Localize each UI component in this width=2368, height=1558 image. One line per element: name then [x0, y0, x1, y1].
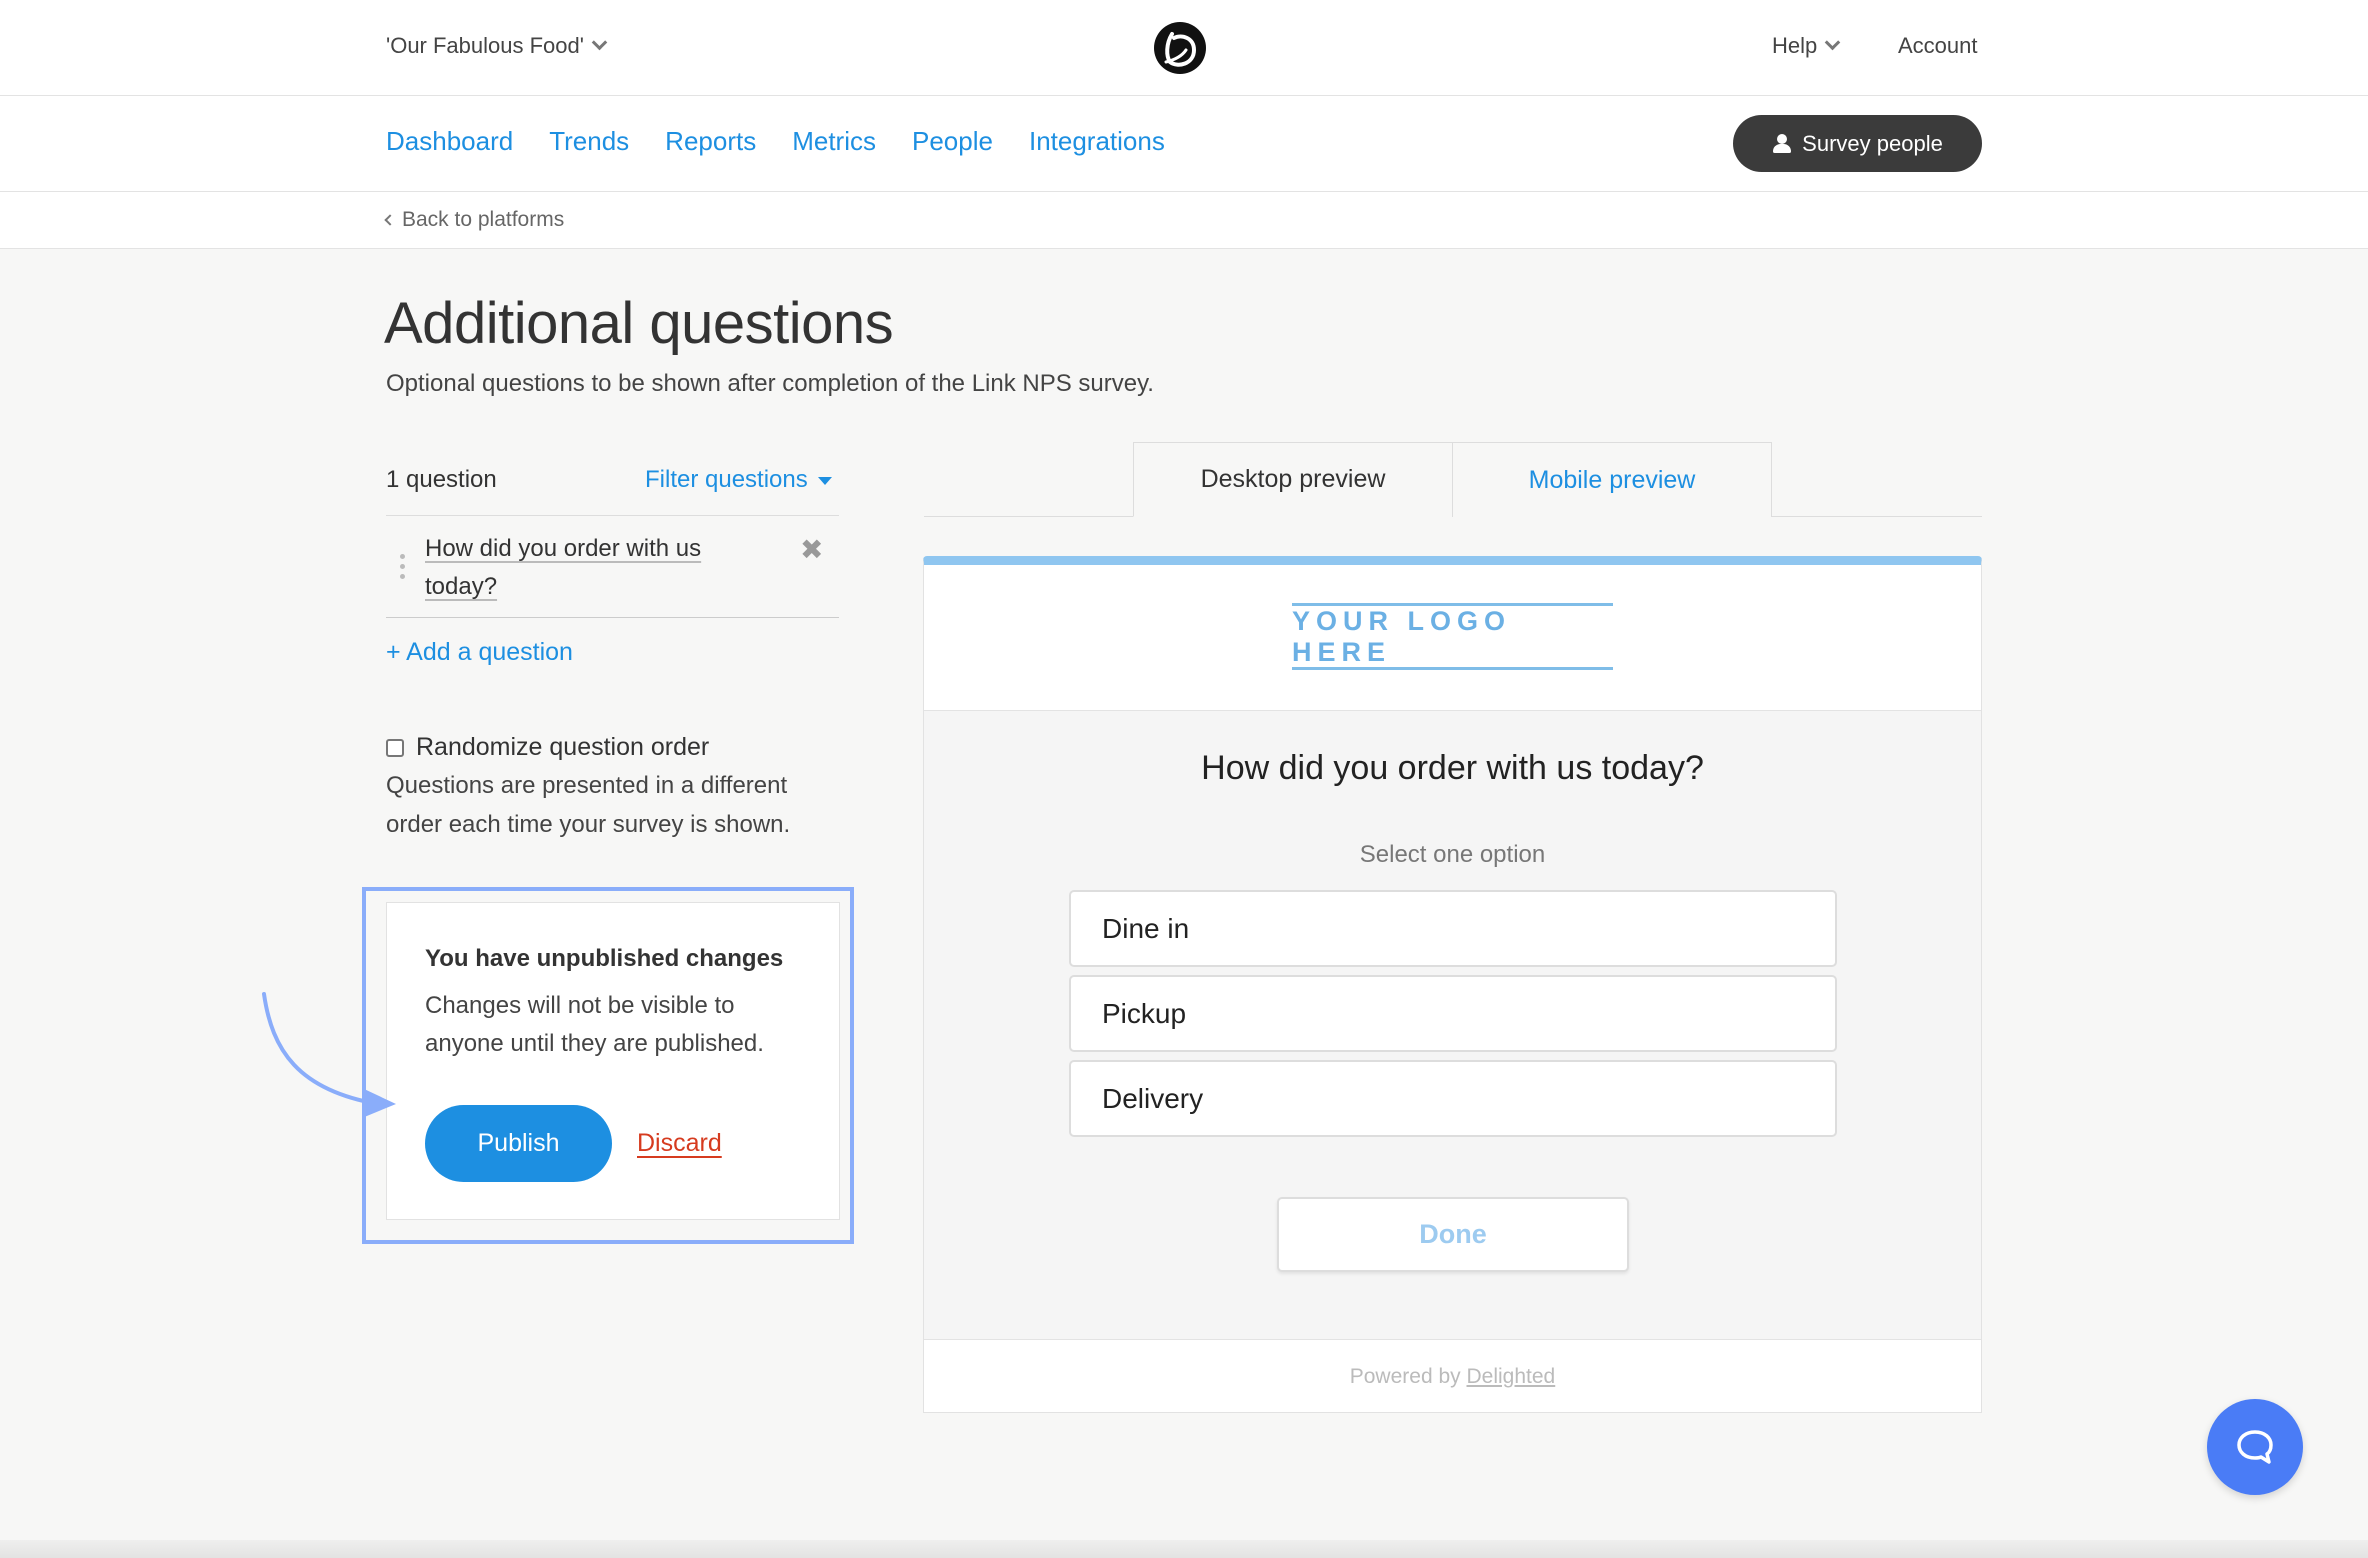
help-menu[interactable]: Help — [1772, 33, 1841, 59]
chat-bubble-icon — [2237, 1430, 2273, 1464]
publish-button[interactable]: Publish — [425, 1105, 612, 1182]
survey-people-button[interactable]: Survey people — [1733, 115, 1982, 172]
preview-question: How did you order with us today? — [1201, 749, 1704, 787]
option-pickup[interactable]: Pickup — [1069, 975, 1837, 1052]
powered-by: Powered by Delighted — [924, 1365, 1981, 1389]
page-title: Additional questions — [384, 291, 894, 356]
back-label: Back to platforms — [402, 208, 565, 231]
nav-dashboard[interactable]: Dashboard — [386, 126, 513, 157]
caret-down-icon — [817, 477, 832, 485]
close-icon[interactable]: ✖ — [800, 536, 823, 564]
page-bottom-edge — [0, 1540, 2368, 1558]
account-link[interactable]: Account — [1898, 33, 1978, 59]
filter-questions-dropdown[interactable]: Filter questions — [645, 466, 832, 494]
help-label: Help — [1772, 33, 1818, 58]
breadcrumb: Back to platforms — [0, 192, 2368, 249]
nav-trends[interactable]: Trends — [549, 126, 629, 157]
delighted-link[interactable]: Delighted — [1467, 1365, 1556, 1388]
nav-metrics[interactable]: Metrics — [792, 126, 876, 157]
project-name: 'Our Fabulous Food' — [386, 33, 584, 58]
preview-body: How did you order with us today? Select … — [924, 710, 1981, 1340]
done-button[interactable]: Done — [1277, 1197, 1629, 1272]
survey-preview: YOUR LOGO HERE How did you order with us… — [923, 556, 1982, 1413]
unpublished-title: You have unpublished changes — [425, 945, 784, 972]
person-icon — [1772, 133, 1792, 154]
randomize-description: Questions are presented in a different o… — [386, 772, 791, 838]
nav-people[interactable]: People — [912, 126, 993, 157]
randomize-row: Randomize question order — [386, 733, 709, 762]
nav-reports[interactable]: Reports — [665, 126, 756, 157]
randomize-checkbox[interactable] — [386, 738, 404, 757]
back-to-platforms-link[interactable]: Back to platforms — [384, 208, 565, 232]
nav-integrations[interactable]: Integrations — [1029, 126, 1165, 157]
option-dine-in[interactable]: Dine in — [1069, 890, 1837, 967]
page-subtitle: Optional questions to be shown after com… — [386, 370, 1154, 397]
annotation-arrow-icon — [262, 992, 396, 1118]
question-link[interactable]: How did you order with us today? — [425, 530, 745, 606]
add-question-link[interactable]: + Add a question — [386, 638, 573, 667]
powered-prefix: Powered by — [1349, 1365, 1461, 1388]
question-count: 1 question — [386, 466, 497, 493]
unpublished-changes-card: You have unpublished changes Changes wil… — [386, 902, 840, 1220]
tab-mobile-preview[interactable]: Mobile preview — [1452, 442, 1772, 517]
nav-bar: Dashboard Trends Reports Metrics People … — [0, 96, 2368, 192]
discard-link[interactable]: Discard — [637, 1129, 722, 1158]
chat-launcher-button[interactable] — [2207, 1399, 2303, 1495]
chevron-left-icon — [384, 214, 396, 226]
delighted-logo-icon[interactable] — [1152, 20, 1208, 76]
logo-placeholder: YOUR LOGO HERE — [1292, 603, 1613, 670]
tab-desktop-preview[interactable]: Desktop preview — [1133, 442, 1453, 517]
project-selector[interactable]: 'Our Fabulous Food' — [386, 33, 608, 59]
survey-people-label: Survey people — [1802, 130, 1943, 156]
main-nav: Dashboard Trends Reports Metrics People … — [386, 126, 1165, 157]
option-delivery[interactable]: Delivery — [1069, 1060, 1837, 1137]
unpublished-body: Changes will not be visible to anyone un… — [425, 992, 764, 1057]
drag-handle-icon[interactable] — [400, 554, 406, 584]
top-bar: 'Our Fabulous Food' Help Account — [0, 0, 2368, 96]
randomize-label[interactable]: Randomize question order — [416, 733, 709, 762]
chevron-down-icon — [591, 34, 608, 51]
filter-label: Filter questions — [645, 466, 808, 493]
question-list-item: How did you order with us today? ✖ — [386, 516, 839, 618]
chevron-down-icon — [1824, 34, 1841, 51]
preview-hint: Select one option — [1359, 841, 1546, 868]
